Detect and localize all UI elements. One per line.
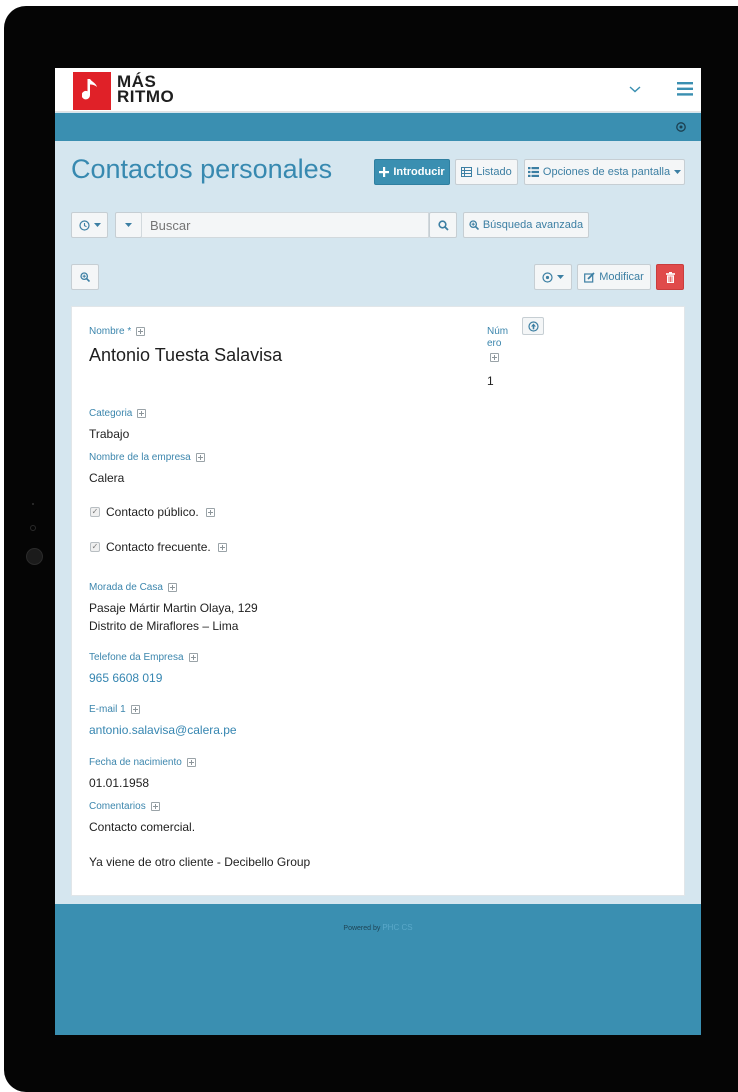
expand-field-icon[interactable]	[186, 757, 196, 767]
screen-options-label: Opciones de esta pantalla	[542, 166, 671, 178]
record-zoom-button[interactable]	[71, 264, 99, 290]
modify-button-label: Modificar	[599, 271, 644, 283]
list-icon	[527, 167, 539, 177]
name-label-text: Nombre *	[89, 326, 132, 337]
record-actions-dropdown[interactable]	[534, 264, 572, 290]
search-icon	[437, 219, 449, 231]
company-value: Calera	[89, 471, 125, 485]
expand-field-icon[interactable]	[150, 801, 160, 811]
tablet-home-button	[26, 548, 43, 565]
email-link[interactable]: antonio.salavisa@calera.pe	[89, 723, 237, 737]
address-label-text: Morada de Casa	[89, 582, 163, 593]
circle-dot-icon	[542, 271, 553, 283]
logo-text: MÁS RITMO	[117, 73, 175, 106]
settings-icon[interactable]	[675, 121, 687, 133]
tablet-sensor-dot	[32, 503, 34, 505]
page-title: Contactos personales	[71, 154, 333, 184]
footer-credit: Powered by PHC CS	[55, 923, 701, 932]
music-note-icon	[82, 79, 97, 100]
screen-options-dropdown[interactable]: Opciones de esta pantalla	[524, 159, 685, 185]
caret-down-icon	[674, 169, 682, 174]
expand-field-icon[interactable]	[490, 352, 499, 362]
frequent-contact-label: Contacto frecuente.	[106, 540, 227, 554]
expand-field-icon[interactable]	[205, 508, 215, 518]
caret-down-icon	[557, 274, 564, 279]
expand-field-icon[interactable]	[130, 704, 140, 714]
expand-field-icon[interactable]	[217, 543, 227, 553]
comments-line1: Contacto comercial.	[89, 820, 196, 834]
logo-mark[interactable]	[73, 72, 111, 110]
number-value: 1	[487, 374, 494, 388]
address-line1: Pasaje Mártir Martin Olaya, 129	[89, 601, 258, 615]
record-card: Nombre * Antonio Tuesta Salavisa Núm ero…	[71, 306, 685, 896]
tablet-camera-icon	[30, 525, 36, 531]
email-label-text: E-mail 1	[89, 704, 126, 715]
name-value: Antonio Tuesta Salavisa	[89, 345, 283, 365]
phone-link[interactable]: 965 6608 019	[89, 671, 162, 685]
birthdate-label-text: Fecha de nacimiento	[89, 757, 182, 768]
search-filter-dropdown[interactable]	[115, 212, 142, 238]
comments-line2: Ya viene de otro cliente - Decibello Gro…	[89, 855, 311, 869]
expand-field-icon[interactable]	[136, 326, 146, 336]
expand-field-icon[interactable]	[167, 582, 177, 592]
search-input[interactable]	[141, 212, 429, 238]
logo-text-line2: RITMO	[117, 87, 175, 106]
address-line2: Distrito de Miraflores – Lima	[89, 619, 239, 633]
clock-icon	[78, 219, 90, 231]
public-contact-text: Contacto público.	[106, 505, 199, 519]
list-table-icon	[461, 167, 473, 177]
modify-button[interactable]: Modificar	[577, 264, 651, 290]
number-label-line2: ero	[487, 338, 502, 349]
list-button[interactable]: Listado	[455, 159, 518, 185]
search-history-dropdown[interactable]	[71, 212, 108, 238]
category-label-text: Categoria	[89, 408, 133, 419]
introduce-button[interactable]: Introducir	[374, 159, 450, 185]
category-value: Trabajo	[89, 427, 130, 441]
expand-field-icon[interactable]	[137, 408, 147, 418]
public-contact-label: Contacto público.	[106, 505, 215, 519]
comments-label-text: Comentarios	[89, 801, 146, 812]
powered-by-text: Powered by	[343, 925, 381, 932]
number-label-line1: Núm	[487, 326, 509, 337]
expand-field-icon[interactable]	[188, 652, 198, 662]
company-label: Nombre de la empresa	[89, 452, 205, 463]
advanced-search-label: Búsqueda avanzada	[482, 219, 584, 231]
hamburger-menu-icon[interactable]	[677, 82, 693, 96]
address-label: Morada de Casa	[89, 582, 177, 593]
advanced-search-button[interactable]: Búsqueda avanzada	[463, 212, 589, 238]
number-label: Núm ero	[487, 326, 508, 364]
company-label-text: Nombre de la empresa	[89, 452, 191, 463]
footer: Powered by PHC CS	[55, 904, 701, 1035]
expand-field-icon[interactable]	[195, 452, 205, 462]
zoom-in-icon	[80, 272, 90, 282]
email-label: E-mail 1	[89, 704, 140, 715]
frequent-contact-text: Contacto frecuente.	[106, 540, 211, 554]
arrow-up-circle-icon	[527, 320, 539, 332]
search-button[interactable]	[429, 212, 457, 238]
birthdate-label: Fecha de nacimiento	[89, 757, 196, 768]
number-info-button[interactable]	[522, 317, 544, 335]
phone-label: Telefone da Empresa	[89, 652, 198, 663]
edit-icon	[584, 271, 595, 283]
plus-icon	[379, 167, 390, 177]
list-button-label: Listado	[476, 166, 512, 178]
name-label: Nombre *	[89, 326, 146, 337]
zoom-in-icon	[469, 220, 479, 230]
trash-icon	[665, 271, 675, 283]
phone-label-text: Telefone da Empresa	[89, 652, 184, 663]
caret-down-icon	[125, 222, 132, 227]
top-navbar: MÁS RITMO	[55, 68, 701, 112]
app-screen: MÁS RITMO Contactos personales Introduci…	[55, 68, 701, 1035]
birthdate-value: 01.01.1958	[89, 776, 150, 790]
category-label: Categoria	[89, 408, 147, 419]
secondary-bar	[55, 113, 701, 141]
introduce-button-label: Introducir	[393, 166, 445, 178]
delete-button[interactable]	[656, 264, 684, 290]
caret-down-icon	[93, 222, 101, 227]
comments-label: Comentarios	[89, 801, 160, 812]
public-contact-checkbox[interactable]: ✓	[90, 507, 100, 517]
frequent-contact-checkbox[interactable]: ✓	[90, 542, 100, 552]
footer-brand-link[interactable]: PHC CS	[382, 923, 412, 932]
chevron-down-icon[interactable]	[627, 81, 643, 97]
